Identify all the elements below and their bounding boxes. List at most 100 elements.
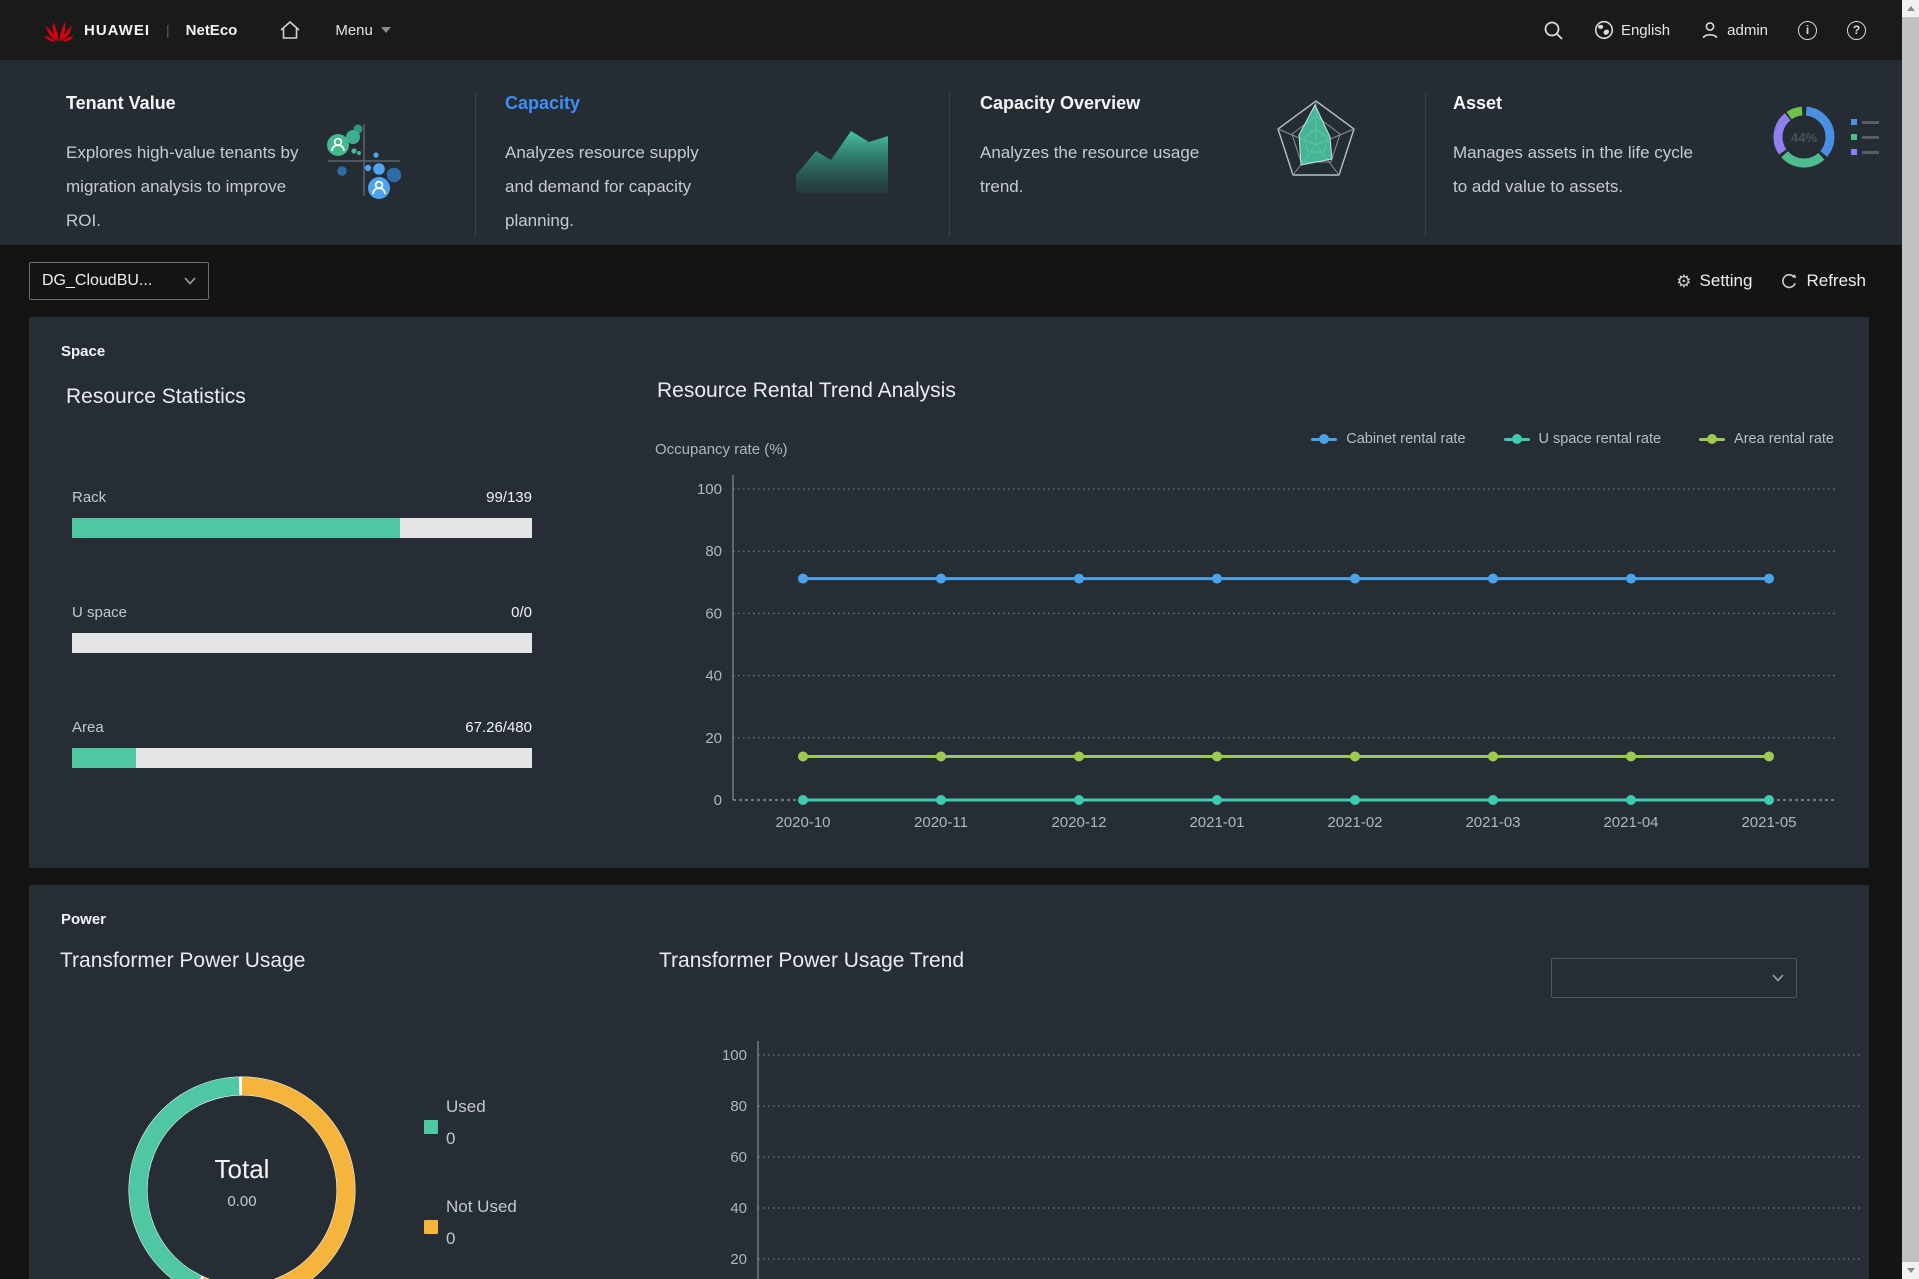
brand-area: HUAWEI | NetEco xyxy=(44,17,237,43)
space-panel: Space Resource Statistics Rack 99/139 U … xyxy=(29,317,1869,868)
transformer-usage-title: Transformer Power Usage xyxy=(60,949,305,973)
stat-row-uspace: U space 0/0 xyxy=(72,604,532,653)
card-description: Analyzes resource supply and demand for … xyxy=(505,136,717,238)
resource-statistics-title: Resource Statistics xyxy=(66,385,246,409)
svg-text:2021-04: 2021-04 xyxy=(1603,814,1658,831)
legend-label: Used xyxy=(446,1097,584,1117)
legend-label: U space rental rate xyxy=(1539,431,1662,447)
rental-trend-title: Resource Rental Trend Analysis xyxy=(657,379,956,403)
svg-text:40: 40 xyxy=(730,1200,747,1217)
bubble-scatter-icon xyxy=(320,116,412,211)
legend-label: Area rental rate xyxy=(1734,431,1834,447)
username-label: admin xyxy=(1727,22,1768,39)
asset-icon-percent: 44% xyxy=(1769,102,1839,172)
svg-text:2021-03: 2021-03 xyxy=(1465,814,1520,831)
asset-icon-mini-legend xyxy=(1851,119,1879,155)
home-icon[interactable] xyxy=(279,20,301,40)
product-name: NetEco xyxy=(186,22,238,39)
resource-statistics-rows: Rack 99/139 U space 0/0 Area 67.26/480 xyxy=(72,489,532,834)
legend-item[interactable]: Cabinet rental rate xyxy=(1311,431,1465,447)
scope-selector-value: DG_CloudBU... xyxy=(42,272,152,290)
area-chart-icon xyxy=(794,113,890,200)
card-capacity-overview[interactable]: Capacity Overview Analyzes the resource … xyxy=(949,60,1425,245)
menu-button[interactable]: Menu xyxy=(335,22,391,39)
rental-trend-legend: Cabinet rental rate U space rental rate Ar… xyxy=(1311,431,1834,447)
scrollbar-thumb[interactable] xyxy=(1902,17,1919,1262)
stat-label: Area xyxy=(72,719,104,736)
stat-label: U space xyxy=(72,604,127,621)
help-icon[interactable]: ? xyxy=(1847,21,1866,40)
language-switcher[interactable]: English xyxy=(1594,20,1670,40)
legend-marker-icon xyxy=(1504,438,1530,441)
language-label: English xyxy=(1621,22,1670,39)
scrollbar-up-button[interactable] xyxy=(1902,0,1919,17)
card-title: Tenant Value xyxy=(66,93,475,114)
stat-progress-bar xyxy=(72,633,532,653)
usage-trend-selector[interactable] xyxy=(1551,958,1797,998)
svg-text:2021-02: 2021-02 xyxy=(1327,814,1382,831)
gear-icon: ⚙ xyxy=(1676,273,1691,290)
card-description: Manages assets in the life cycle to add … xyxy=(1453,136,1693,204)
menu-caret-icon xyxy=(381,27,391,33)
svg-text:60: 60 xyxy=(730,1149,747,1166)
svg-text:2021-01: 2021-01 xyxy=(1189,814,1244,831)
scrollbar-down-button[interactable] xyxy=(1902,1262,1919,1279)
svg-text:2020-10: 2020-10 xyxy=(775,814,830,831)
usage-trend-chart: 20406080100 xyxy=(669,1025,1865,1279)
radar-pentagon-icon xyxy=(1270,93,1362,190)
menu-label: Menu xyxy=(335,22,373,39)
brand-text: HUAWEI xyxy=(84,22,150,39)
refresh-button[interactable]: Refresh xyxy=(1780,271,1866,291)
setting-label: Setting xyxy=(1700,271,1753,291)
card-description: Analyzes the resource usage trend. xyxy=(980,136,1220,204)
card-capacity[interactable]: Capacity Analyzes resource supply and de… xyxy=(475,60,949,245)
legend-value: 0 xyxy=(446,1129,584,1149)
globe-icon xyxy=(1594,20,1614,40)
legend-item[interactable]: Area rental rate xyxy=(1699,431,1834,447)
refresh-icon xyxy=(1780,272,1798,290)
top-nav-bar: HUAWEI | NetEco Menu English xyxy=(0,0,1919,60)
toolbar-row: DG_CloudBU... ⚙ Setting Refresh xyxy=(0,245,1902,317)
chevron-down-icon xyxy=(1772,974,1784,982)
legend-marker-icon xyxy=(1311,438,1337,441)
brand-divider: | xyxy=(166,22,170,38)
power-section-label: Power xyxy=(61,911,106,928)
legend-label: Cabinet rental rate xyxy=(1346,431,1465,447)
chevron-down-icon xyxy=(184,277,196,285)
donut-total-value: 0.00 xyxy=(227,1193,256,1210)
svg-text:80: 80 xyxy=(730,1098,747,1115)
page-scrollbar xyxy=(1902,0,1919,1279)
svg-text:2020-12: 2020-12 xyxy=(1051,814,1106,831)
card-description: Explores high-value tenants by migration… xyxy=(66,136,302,238)
donut-legend-used: Used 0 xyxy=(424,1097,584,1169)
huawei-logo-icon xyxy=(44,17,74,43)
power-panel: Power Transformer Power Usage Total 0.00… xyxy=(29,885,1869,1279)
svg-text:2020-11: 2020-11 xyxy=(914,814,968,831)
stat-progress-bar xyxy=(72,518,532,538)
svg-text:40: 40 xyxy=(705,668,722,685)
svg-text:0: 0 xyxy=(714,792,722,809)
user-menu[interactable]: admin xyxy=(1700,20,1768,40)
scope-selector-dropdown[interactable]: DG_CloudBU... xyxy=(29,262,209,300)
card-asset[interactable]: Asset Manages assets in the life cycle t… xyxy=(1425,60,1919,245)
svg-text:2021-05: 2021-05 xyxy=(1741,814,1796,831)
legend-item[interactable]: U space rental rate xyxy=(1504,431,1662,447)
donut-ring-icon: 44% xyxy=(1769,102,1879,172)
usage-trend-title: Transformer Power Usage Trend xyxy=(659,949,964,973)
donut-center-labels: Total 0.00 xyxy=(122,1062,362,1279)
stat-row-rack: Rack 99/139 xyxy=(72,489,532,538)
svg-text:100: 100 xyxy=(722,1047,747,1064)
stat-row-area: Area 67.26/480 xyxy=(72,719,532,768)
rental-trend-ylabel: Occupancy rate (%) xyxy=(655,441,788,458)
card-title: Capacity xyxy=(505,93,949,114)
rental-trend-chart: 0204060801002020-102020-112020-122021-01… xyxy=(657,470,1842,838)
stat-label: Rack xyxy=(72,489,106,506)
donut-total-label: Total xyxy=(215,1154,270,1185)
setting-button[interactable]: ⚙ Setting xyxy=(1676,271,1752,291)
card-tenant-value[interactable]: Tenant Value Explores high-value tenants… xyxy=(0,60,475,245)
search-icon[interactable] xyxy=(1543,20,1564,41)
legend-marker-icon xyxy=(1699,438,1725,441)
stat-value: 99/139 xyxy=(486,489,532,506)
info-icon[interactable]: i xyxy=(1798,21,1817,40)
svg-text:80: 80 xyxy=(705,543,722,560)
